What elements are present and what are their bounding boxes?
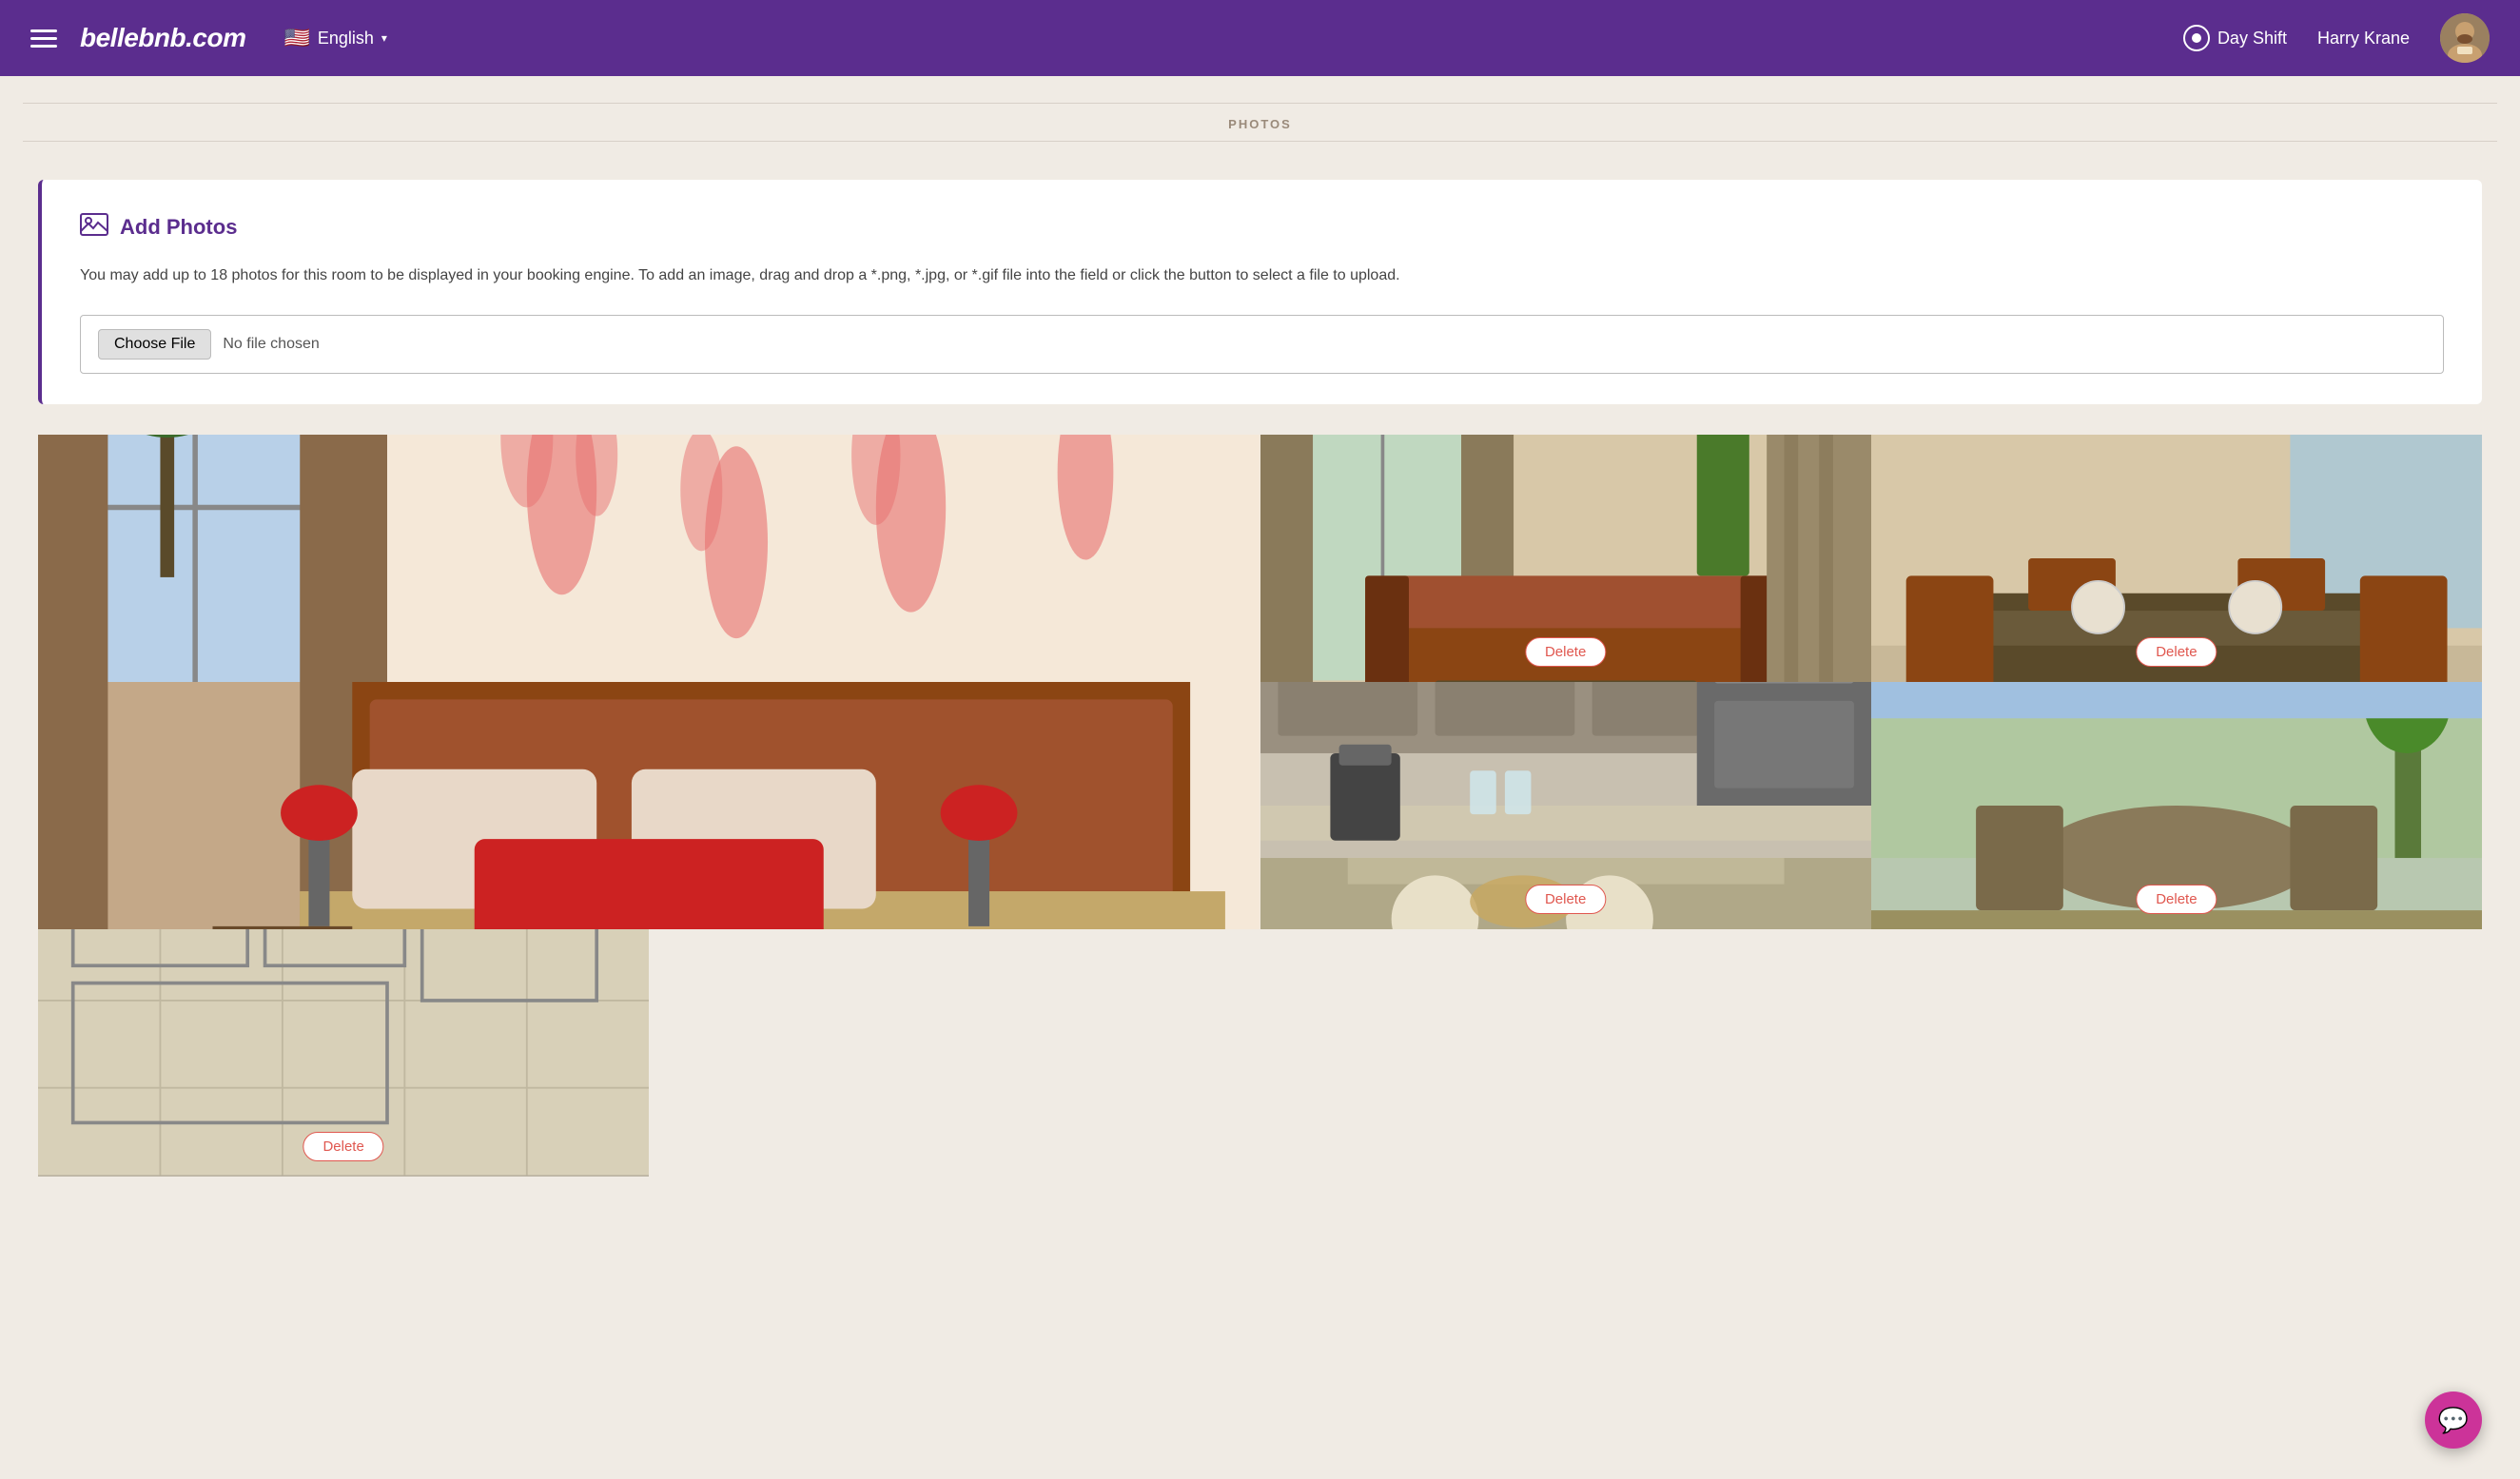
image-icon <box>80 210 108 244</box>
photo-cell-6: Delete <box>38 929 649 1177</box>
menu-button[interactable] <box>30 29 57 48</box>
day-shift-indicator: Day Shift <box>2183 25 2287 51</box>
header: bellebnb.com 🇺🇸 English ▾ Day Shift Harr… <box>0 0 2520 76</box>
photo-cell-5: Delete <box>1871 682 2482 929</box>
photo-cell-1 <box>38 435 1260 929</box>
photo-image-6: Delete <box>38 929 649 1177</box>
delete-button-6[interactable]: Delete <box>303 1132 383 1161</box>
page-title: PHOTOS <box>0 76 2520 157</box>
logo: bellebnb.com <box>80 23 245 53</box>
chat-icon: 💬 <box>2438 1406 2469 1435</box>
chevron-down-icon: ▾ <box>381 31 387 45</box>
delete-button-5[interactable]: Delete <box>2136 885 2217 914</box>
photos-heading: PHOTOS <box>0 104 2520 141</box>
language-label: English <box>318 29 374 49</box>
add-photos-label: Add Photos <box>120 215 237 240</box>
photo-image-3: Delete <box>1871 435 2482 682</box>
add-photos-card: Add Photos You may add up to 18 photos f… <box>38 180 2482 404</box>
photo-cell-4: Delete <box>1260 682 1871 929</box>
photo-image-5: Delete <box>1871 682 2482 929</box>
choose-file-button[interactable]: Choose File <box>98 329 211 360</box>
flag-icon: 🇺🇸 <box>283 26 309 50</box>
photo-grid: Delete <box>38 435 2482 1177</box>
photo-cell-3: Delete <box>1871 435 2482 682</box>
add-photos-description: You may add up to 18 photos for this roo… <box>80 263 2444 288</box>
photo-image-1 <box>38 435 1260 929</box>
main-content: Add Photos You may add up to 18 photos f… <box>0 157 2520 1199</box>
user-name: Harry Krane <box>2317 29 2410 49</box>
language-selector[interactable]: 🇺🇸 English ▾ <box>283 26 386 50</box>
day-shift-label: Day Shift <box>2217 29 2287 49</box>
sun-icon <box>2183 25 2210 51</box>
no-file-label: No file chosen <box>223 336 319 353</box>
photo-image-2: Delete <box>1260 435 1871 682</box>
delete-button-4[interactable]: Delete <box>1525 885 1606 914</box>
photo-image-4: Delete <box>1260 682 1871 929</box>
delete-button-2[interactable]: Delete <box>1525 637 1606 667</box>
header-right: Day Shift Harry Krane <box>2183 13 2490 63</box>
chat-button[interactable]: 💬 <box>2425 1391 2482 1449</box>
avatar-image <box>2440 13 2490 63</box>
avatar[interactable] <box>2440 13 2490 63</box>
delete-button-3[interactable]: Delete <box>2136 637 2217 667</box>
photo-cell-2: Delete <box>1260 435 1871 682</box>
add-photos-title: Add Photos <box>80 210 2444 244</box>
file-input-area: Choose File No file chosen <box>80 315 2444 374</box>
